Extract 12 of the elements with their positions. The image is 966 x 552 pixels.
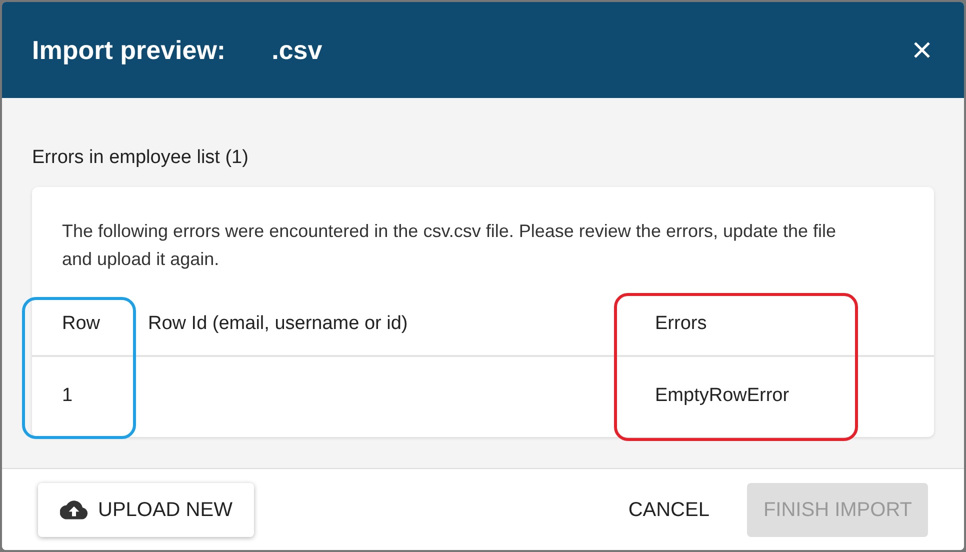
table-cell-text: EmptyRowError	[655, 384, 790, 408]
upload-new-button[interactable]: UPLOAD NEW	[38, 482, 254, 536]
column-header: Row	[61, 312, 102, 336]
dialog-title: Import preview:	[32, 34, 226, 66]
error-message: The following errors were encountered in the csv.csv file. Please review the errors, update the file and upload it again.	[61, 220, 838, 271]
column-header: Row Id (email, username or id)	[148, 312, 409, 336]
cancel-button[interactable]: CANCEL	[612, 482, 726, 536]
column-header: Errors	[655, 312, 708, 336]
table-cell-text: 1	[61, 384, 74, 408]
file-name: .csv	[272, 34, 322, 66]
cloud-upload-icon	[60, 500, 88, 520]
section-title: Errors in employee list (1)	[32, 146, 250, 170]
